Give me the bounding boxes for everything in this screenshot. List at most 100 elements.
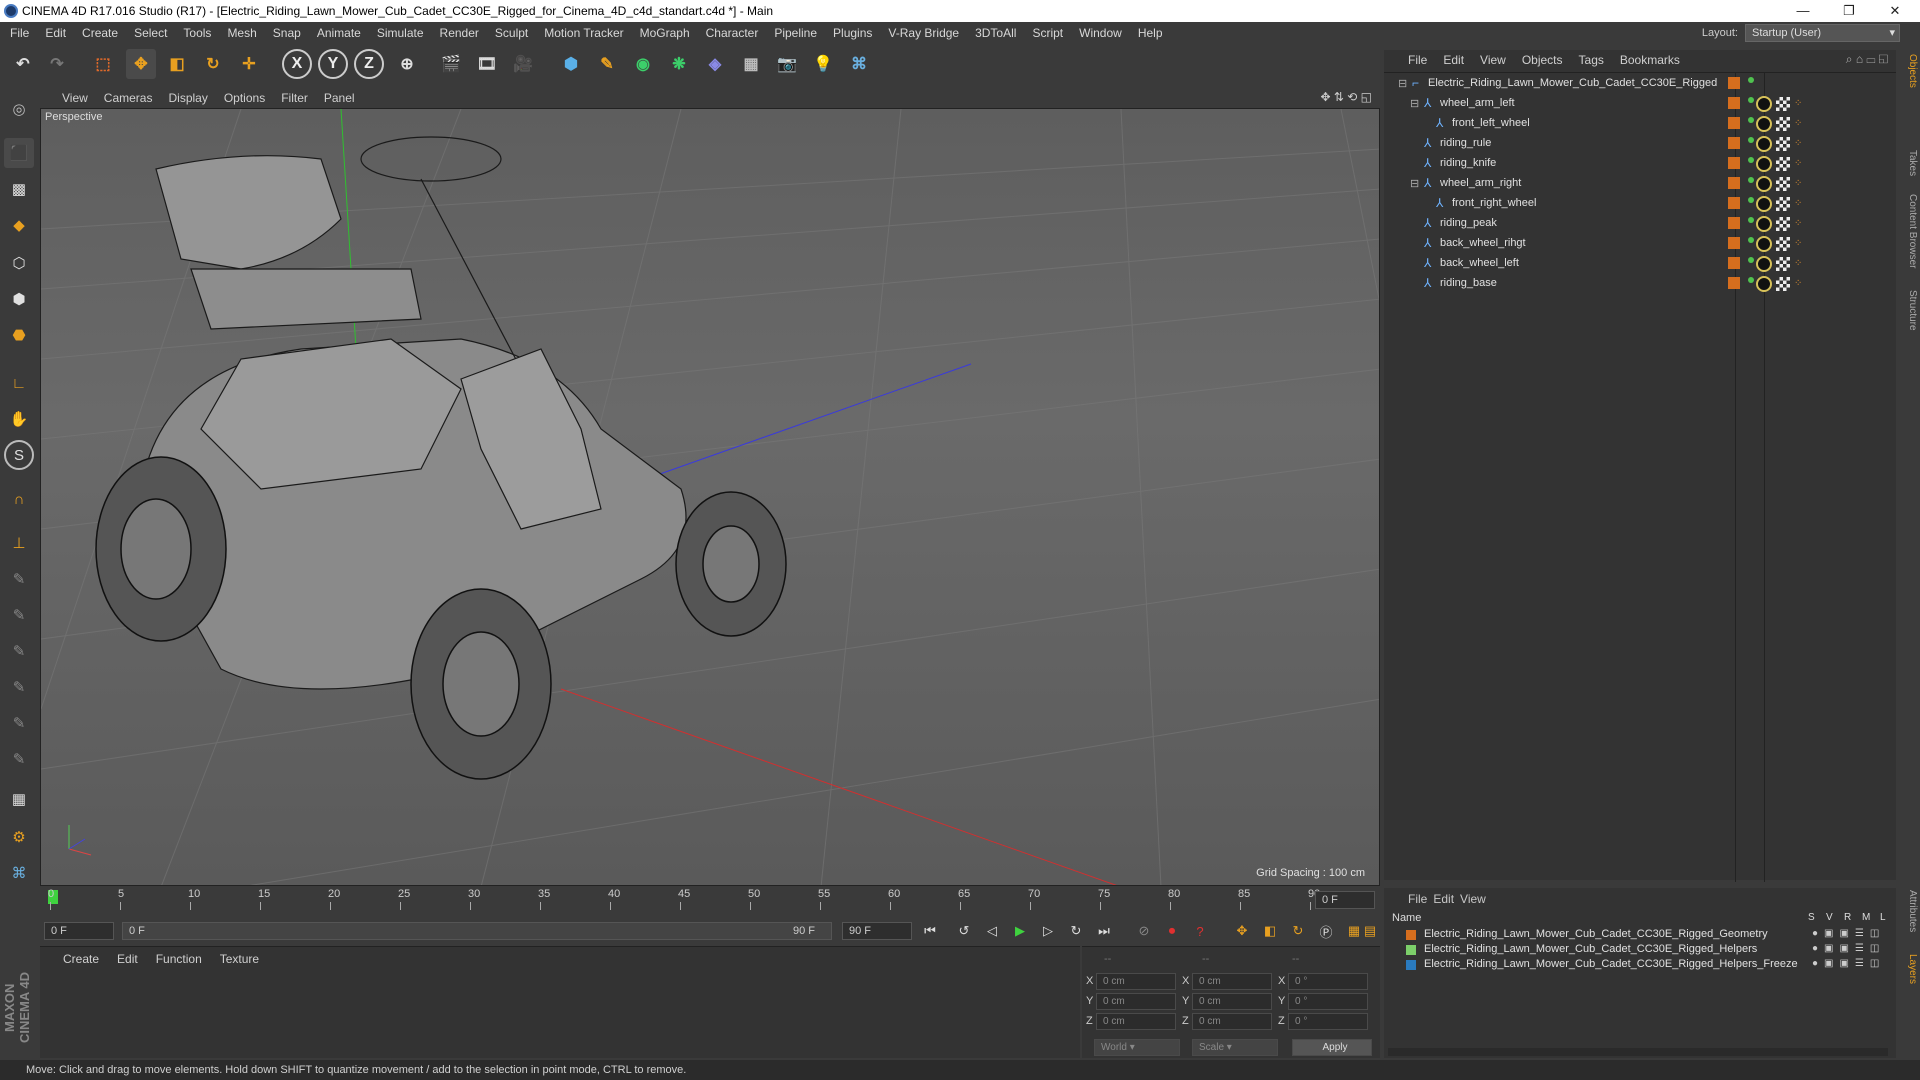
- next-key-icon[interactable]: ↻: [1064, 919, 1088, 943]
- coord-size-field[interactable]: 0 cm: [1192, 993, 1272, 1010]
- y-axis-lock-button[interactable]: Y: [318, 49, 348, 79]
- layer-color-swatch[interactable]: [1406, 930, 1416, 940]
- menu-plugins[interactable]: Plugins: [825, 22, 880, 44]
- viewport-menu-options[interactable]: Options: [216, 88, 273, 108]
- object-row[interactable]: ⊟ ⅄ wheel_arm_right ⁘: [1384, 174, 1874, 194]
- layer-toggle-icons[interactable]: ●▣▣☰◫: [1812, 943, 1885, 954]
- 3d-viewport[interactable]: Perspective Grid Spacing: 100 cm: [40, 108, 1380, 886]
- layer-color-swatch[interactable]: [1728, 137, 1740, 149]
- object-row[interactable]: ⅄ riding_base ⁘: [1384, 274, 1874, 294]
- coordinate-system-icon[interactable]: ⊕: [392, 49, 422, 79]
- object-row[interactable]: ⅄ riding_peak ⁘: [1384, 214, 1874, 234]
- menu-3dtoall[interactable]: 3DToAll: [967, 22, 1024, 44]
- menu-sculpt[interactable]: Sculpt: [487, 22, 536, 44]
- material-menu-edit[interactable]: Edit: [108, 949, 147, 969]
- viewport-navigation-icons[interactable]: ✥ ⇅ ⟲ ◱: [1320, 90, 1372, 104]
- coord-pos-field[interactable]: 0 cm: [1096, 1013, 1176, 1030]
- key-scale-icon[interactable]: ◧: [1258, 919, 1282, 943]
- transform-mode-dropdown[interactable]: Scale ▾: [1192, 1039, 1278, 1056]
- expand-toggle-icon[interactable]: ⊟: [1410, 97, 1419, 110]
- visibility-dot[interactable]: [1748, 157, 1754, 163]
- auto-keying-icon[interactable]: ?: [1188, 919, 1212, 943]
- texture-tag-icon[interactable]: [1776, 157, 1790, 171]
- constraint-tag-icon[interactable]: [1756, 276, 1772, 292]
- visibility-dot[interactable]: [1748, 217, 1754, 223]
- edges-mode-icon[interactable]: ⬢: [4, 284, 34, 314]
- constraint-tag-icon[interactable]: [1756, 256, 1772, 272]
- menu-v-ray-bridge[interactable]: V-Ray Bridge: [880, 22, 967, 44]
- z-axis-lock-button[interactable]: Z: [354, 49, 384, 79]
- object-row[interactable]: ⊟ ⅄ wheel_arm_left ⁘: [1384, 94, 1874, 114]
- menu-edit[interactable]: Edit: [37, 22, 74, 44]
- make-editable-icon[interactable]: ◎: [4, 94, 34, 124]
- object-row[interactable]: ⅄ front_left_wheel ⁘: [1384, 114, 1874, 134]
- redo-icon[interactable]: ↷: [42, 49, 72, 79]
- material-menu-create[interactable]: Create: [54, 949, 108, 969]
- layer-color-swatch[interactable]: [1406, 960, 1416, 970]
- render-view-icon[interactable]: 🎬: [436, 49, 466, 79]
- brush-tool-5-icon[interactable]: ✎: [4, 708, 34, 738]
- key-rotation-icon[interactable]: ↻: [1286, 919, 1310, 943]
- ik-tag-icon[interactable]: ⁘: [1794, 179, 1804, 189]
- ik-tag-icon[interactable]: ⁘: [1794, 99, 1804, 109]
- object-menu-tags[interactable]: Tags: [1571, 50, 1612, 70]
- viewport-menu-cameras[interactable]: Cameras: [96, 88, 161, 108]
- menu-simulate[interactable]: Simulate: [369, 22, 432, 44]
- texture-tag-icon[interactable]: [1776, 197, 1790, 211]
- render-settings-icon[interactable]: 🎥: [508, 49, 538, 79]
- coord-rot-field[interactable]: 0 °: [1288, 1013, 1368, 1030]
- current-frame-field[interactable]: 0 F: [1315, 891, 1375, 909]
- tab-layers[interactable]: Layers: [1900, 954, 1918, 984]
- layer-color-swatch[interactable]: [1728, 237, 1740, 249]
- axis-lock-icon[interactable]: ⊥: [4, 528, 34, 558]
- tab-attributes[interactable]: Attributes: [1900, 890, 1918, 932]
- ik-tag-icon[interactable]: ⁘: [1794, 139, 1804, 149]
- previous-key-icon[interactable]: ↺: [952, 919, 976, 943]
- menu-mograph[interactable]: MoGraph: [632, 22, 698, 44]
- coord-size-field[interactable]: 0 cm: [1192, 1013, 1272, 1030]
- object-menu-view[interactable]: View: [1472, 50, 1514, 70]
- object-menu-bookmarks[interactable]: Bookmarks: [1612, 50, 1688, 70]
- layer-row[interactable]: Electric_Riding_Lawn_Mower_Cub_Cadet_CC3…: [1392, 943, 1882, 958]
- layer-menu-edit[interactable]: Edit: [1433, 892, 1454, 906]
- layer-menu-file[interactable]: File: [1408, 892, 1427, 906]
- ik-tag-icon[interactable]: ⁘: [1794, 239, 1804, 249]
- workplane-mode-icon[interactable]: ◆: [4, 210, 34, 240]
- layer-horizontal-scrollbar[interactable]: [1388, 1048, 1888, 1056]
- tab-takes[interactable]: Takes: [1900, 150, 1918, 176]
- object-row[interactable]: ⊟ ⌐ Electric_Riding_Lawn_Mower_Cub_Cadet_C…: [1384, 74, 1874, 94]
- brush-tool-3-icon[interactable]: ✎: [4, 636, 34, 666]
- menu-character[interactable]: Character: [698, 22, 767, 44]
- menu-select[interactable]: Select: [126, 22, 175, 44]
- spline-pen-icon[interactable]: ✎: [592, 49, 622, 79]
- live-selection-icon[interactable]: ⬚: [88, 49, 118, 79]
- move-tool-icon[interactable]: ✥: [126, 49, 156, 79]
- menu-help[interactable]: Help: [1130, 22, 1171, 44]
- constraint-tag-icon[interactable]: [1756, 216, 1772, 232]
- preview-range-slider[interactable]: 0 F 90 F: [122, 922, 832, 940]
- tweak-mode-icon[interactable]: ✋: [4, 404, 34, 434]
- brush-tool-2-icon[interactable]: ✎: [4, 600, 34, 630]
- material-menu-function[interactable]: Function: [147, 949, 211, 969]
- array-object-icon[interactable]: ❋: [664, 49, 694, 79]
- layer-color-swatch[interactable]: [1728, 217, 1740, 229]
- timeline-ruler[interactable]: 051015202530354045505560657075808590 0 F: [40, 886, 1380, 916]
- layer-color-swatch[interactable]: [1728, 177, 1740, 189]
- apply-button[interactable]: Apply: [1292, 1039, 1372, 1056]
- layer-toggle-icons[interactable]: ●▣▣☰◫: [1812, 928, 1885, 939]
- camera-object-icon[interactable]: 📷: [772, 49, 802, 79]
- coord-rot-field[interactable]: 0 °: [1288, 993, 1368, 1010]
- object-row[interactable]: ⅄ back_wheel_rihgt ⁘: [1384, 234, 1874, 254]
- viewport-menu-display[interactable]: Display: [160, 88, 215, 108]
- minimize-button[interactable]: —: [1780, 0, 1826, 22]
- start-frame-field[interactable]: 0 F: [44, 922, 114, 940]
- layer-color-swatch[interactable]: [1406, 945, 1416, 955]
- coord-size-field[interactable]: 0 cm: [1192, 973, 1272, 990]
- texture-tag-icon[interactable]: [1776, 137, 1790, 151]
- constraint-tag-icon[interactable]: [1756, 116, 1772, 132]
- render-picture-viewer-icon[interactable]: 🎞: [472, 49, 502, 79]
- constraint-tag-icon[interactable]: [1756, 196, 1772, 212]
- layer-menu-view[interactable]: View: [1460, 892, 1486, 906]
- texture-tag-icon[interactable]: [1776, 117, 1790, 131]
- object-menu-edit[interactable]: Edit: [1435, 50, 1472, 70]
